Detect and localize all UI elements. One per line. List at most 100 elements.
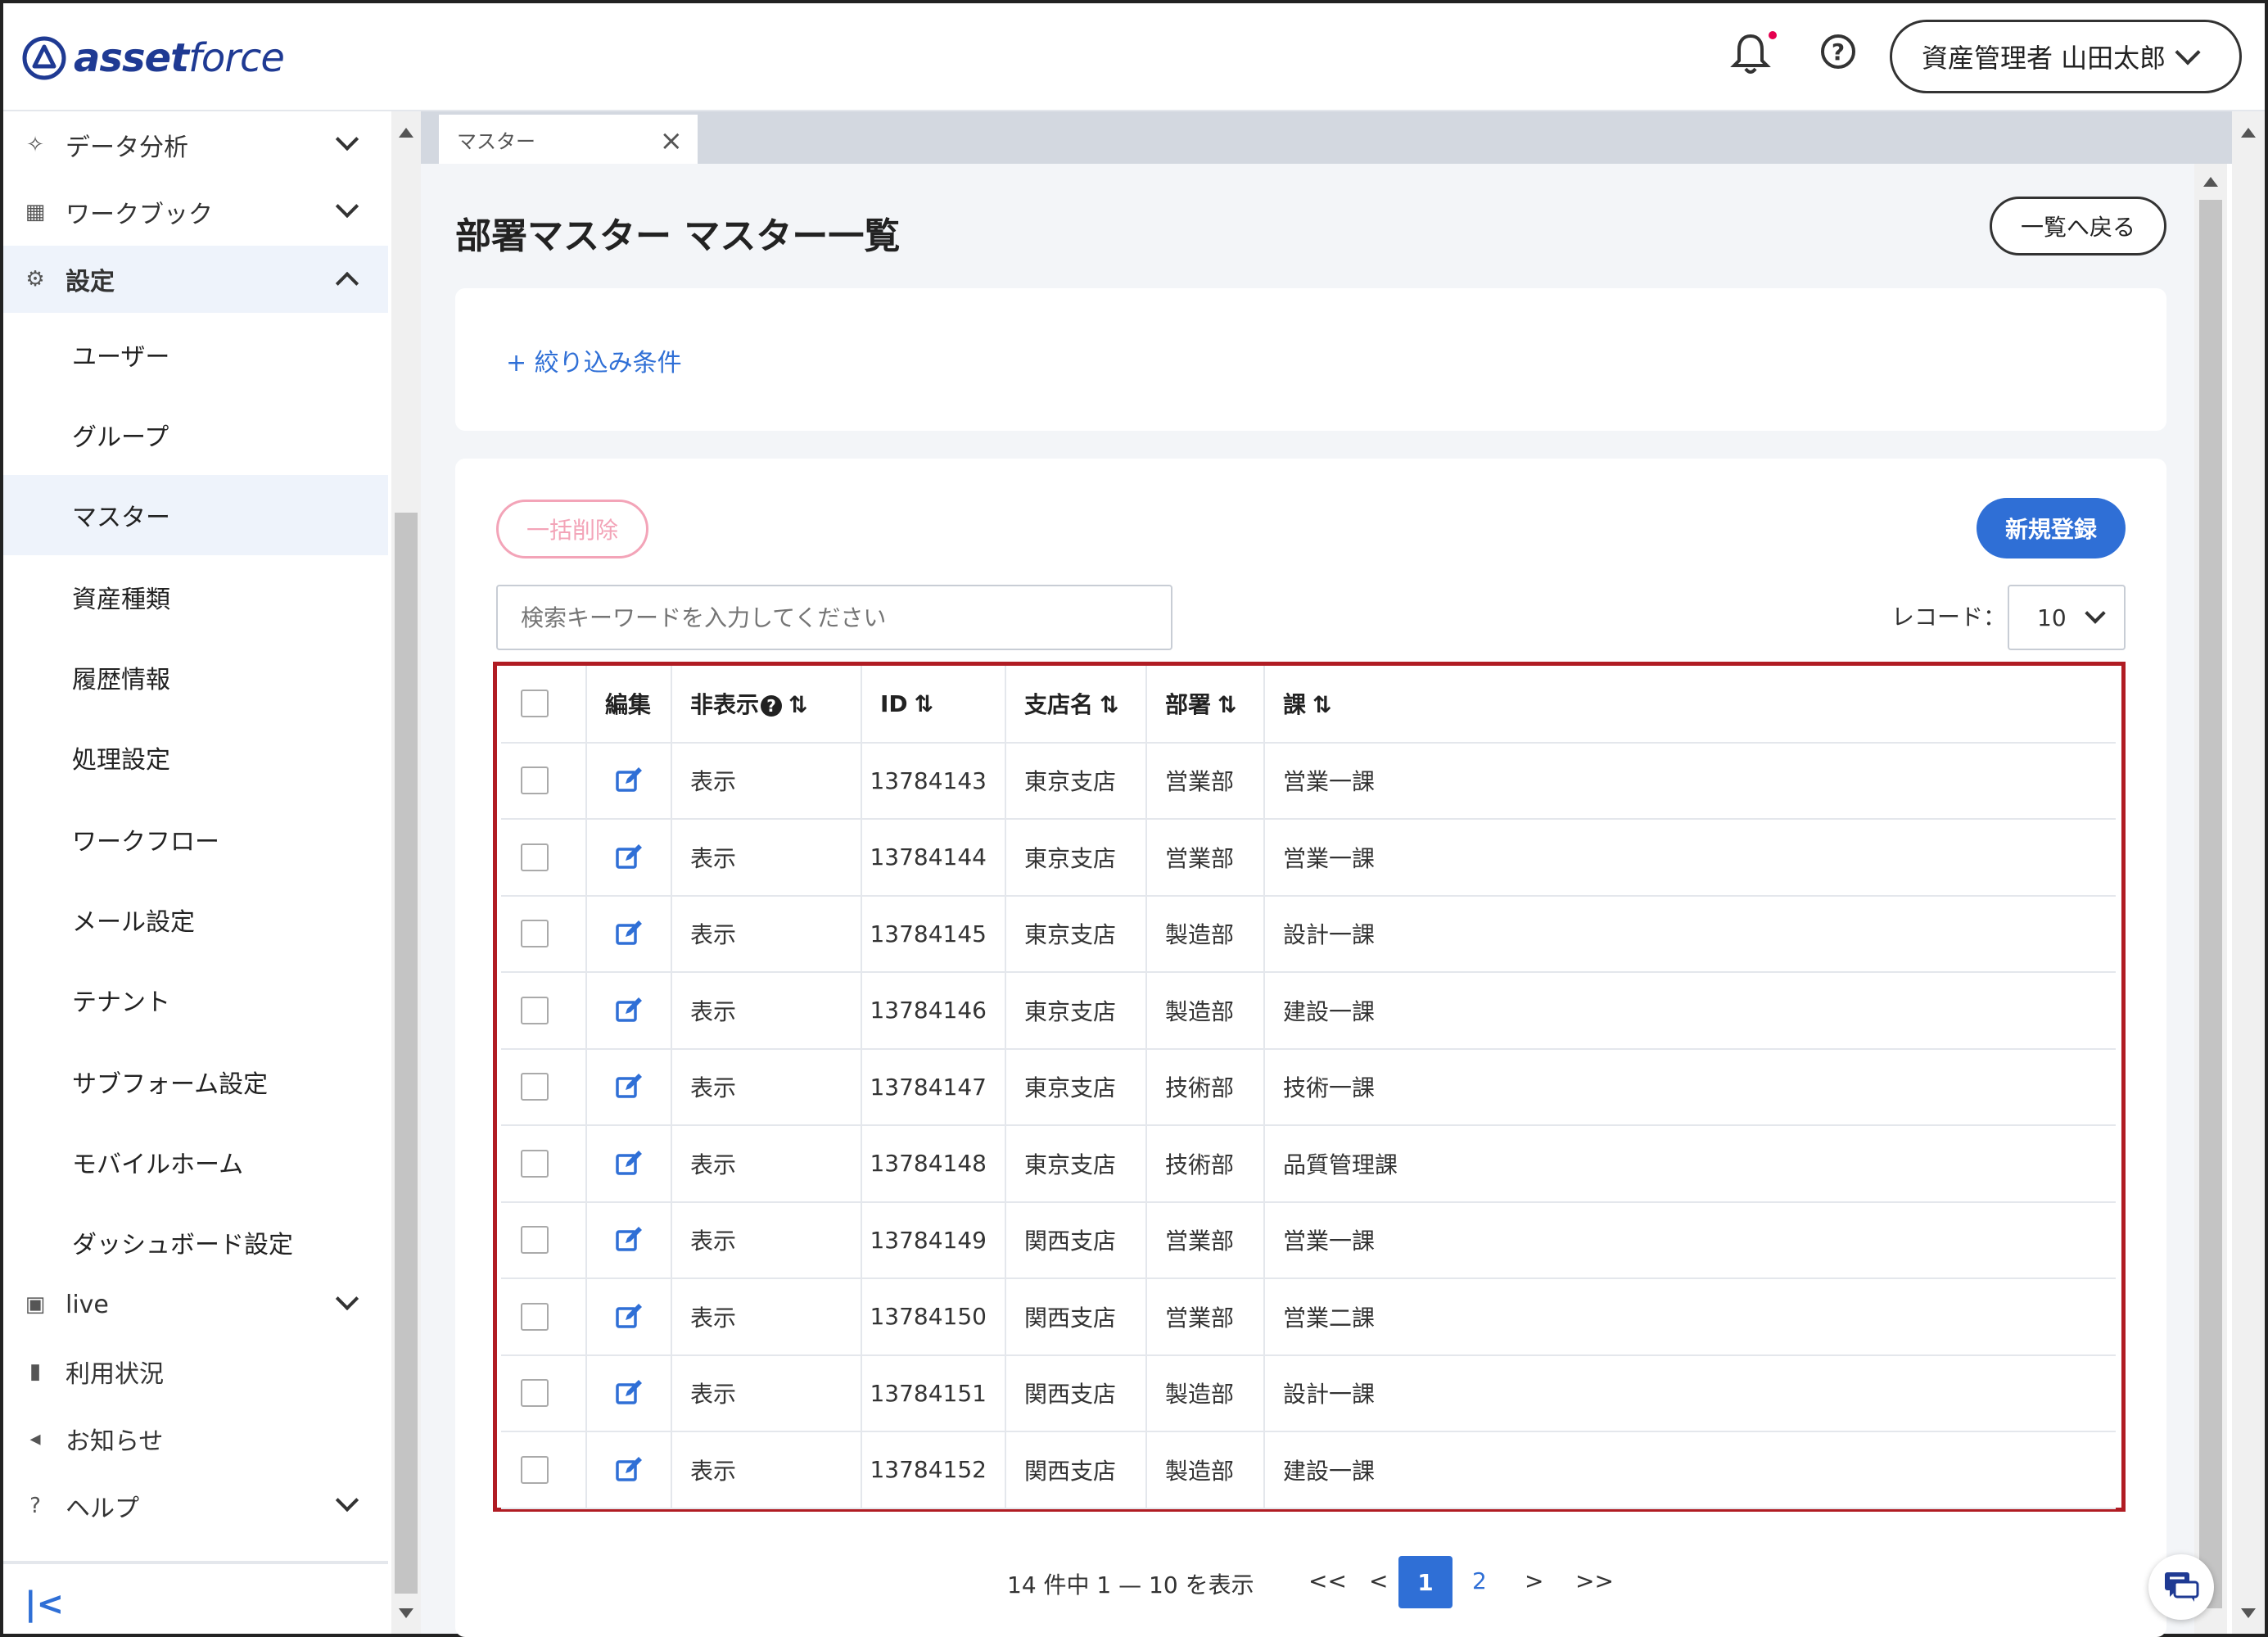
row-edit-cell[interactable] [585, 1278, 671, 1356]
content-scroll-thumb[interactable] [2199, 200, 2222, 1608]
question-icon[interactable]: ? [761, 695, 783, 717]
scroll-down-icon[interactable] [399, 1608, 413, 1618]
page-last-button[interactable]: >> [1575, 1567, 1614, 1594]
sidebar-item-workflow[interactable]: ワークフロー [3, 799, 388, 880]
row-checkbox[interactable] [521, 920, 549, 948]
edit-icon[interactable] [614, 1149, 644, 1178]
row-edit-cell[interactable] [585, 972, 671, 1050]
page-first-button[interactable]: << [1308, 1567, 1347, 1594]
row-edit-cell[interactable] [585, 1201, 671, 1279]
record-count-select[interactable]: 10 [2008, 585, 2126, 650]
row-edit-cell[interactable] [585, 819, 671, 897]
cell-section: 建設一課 [1263, 1431, 2116, 1509]
page-prev-button[interactable]: < [1369, 1567, 1388, 1594]
sidebar-section-workbook[interactable]: ▦ ワークブック [3, 179, 388, 246]
row-edit-cell[interactable] [585, 895, 671, 973]
scroll-up-icon[interactable] [2203, 177, 2218, 187]
edit-icon[interactable] [614, 1302, 644, 1332]
row-checkbox[interactable] [521, 1455, 549, 1484]
sidebar-section-label: お知らせ [66, 1427, 164, 1456]
content-scrollbar[interactable] [2194, 164, 2227, 1634]
sidebar-item-users[interactable]: ユーザー [3, 314, 388, 395]
row-edit-cell[interactable] [585, 1048, 671, 1126]
gear-icon: ⚙ [25, 267, 45, 292]
sort-icon[interactable]: ⇅ [915, 690, 933, 717]
col-section[interactable]: 課 ⇅ [1263, 666, 2116, 744]
select-all-checkbox[interactable] [521, 690, 549, 718]
sidebar-section-help[interactable]: ? ヘルプ [3, 1472, 388, 1540]
row-checkbox[interactable] [521, 1073, 549, 1101]
edit-icon[interactable] [614, 1072, 644, 1101]
sort-icon[interactable]: ⇅ [1218, 691, 1236, 718]
sidebar-item-history[interactable]: 履歴情報 [3, 637, 388, 717]
user-menu-button[interactable]: 資産管理者 山田太郎 [1890, 20, 2242, 93]
sidebar-section-settings[interactable]: ⚙ 設定 [3, 246, 388, 313]
row-select-cell [501, 1048, 586, 1126]
app-logo[interactable]: assetforce [21, 29, 285, 87]
scroll-up-icon[interactable] [2241, 128, 2256, 138]
select-all-cell [501, 666, 586, 744]
sidebar-scroll-thumb[interactable] [395, 513, 418, 1594]
new-register-button[interactable]: 新規登録 [1977, 498, 2126, 558]
sort-icon[interactable]: ⇅ [1100, 691, 1118, 718]
row-edit-cell[interactable] [585, 1354, 671, 1432]
edit-icon[interactable] [614, 1455, 644, 1485]
chat-button[interactable] [2148, 1554, 2214, 1620]
sort-icon[interactable]: ⇅ [1312, 691, 1331, 718]
row-edit-cell[interactable] [585, 742, 671, 820]
row-edit-cell[interactable] [585, 1125, 671, 1203]
row-checkbox[interactable] [521, 996, 549, 1024]
sidebar-section-live[interactable]: ▣ live [3, 1271, 388, 1338]
help-icon[interactable]: ? [1821, 34, 1855, 69]
row-checkbox[interactable] [521, 1302, 549, 1331]
edit-icon[interactable] [614, 1225, 644, 1255]
scroll-up-icon[interactable] [399, 128, 413, 138]
sort-icon[interactable]: ⇅ [788, 691, 807, 718]
cell-branch: 東京支店 [1005, 972, 1146, 1050]
back-to-list-button[interactable]: 一覧へ戻る [1990, 197, 2166, 255]
edit-icon[interactable] [614, 919, 644, 948]
close-icon[interactable]: × [660, 124, 684, 157]
filter-conditions-link[interactable]: + 絞り込み条件 [506, 342, 682, 378]
sidebar-scrollbar[interactable] [391, 111, 421, 1634]
page-1-button[interactable]: 1 [1398, 1556, 1453, 1608]
row-select-cell [501, 895, 586, 973]
row-checkbox[interactable] [521, 766, 549, 795]
sidebar-item-mobile-home[interactable]: モバイルホーム [3, 1122, 388, 1202]
tab-master[interactable]: マスター × [439, 115, 698, 164]
sidebar-item-master[interactable]: マスター [3, 475, 388, 555]
col-id[interactable]: ID ⇅ [861, 666, 1005, 744]
sidebar-item-tenant[interactable]: テナント [3, 960, 388, 1040]
sidebar-item-subform-settings[interactable]: サブフォーム設定 [3, 1042, 388, 1122]
col-hidden[interactable]: 非表示? ⇅ [671, 666, 861, 744]
page-next-button[interactable]: > [1525, 1567, 1543, 1594]
edit-icon[interactable] [614, 843, 644, 872]
row-edit-cell[interactable] [585, 1431, 671, 1509]
scroll-down-icon[interactable] [2241, 1608, 2256, 1618]
edit-icon[interactable] [614, 996, 644, 1025]
row-checkbox[interactable] [521, 1149, 549, 1178]
row-checkbox[interactable] [521, 843, 549, 871]
sidebar-section-news[interactable]: ◂ お知らせ [3, 1405, 388, 1472]
sidebar-section-usage[interactable]: ▮ 利用状況 [3, 1338, 388, 1405]
sidebar-item-mail-settings[interactable]: メール設定 [3, 880, 388, 960]
row-checkbox[interactable] [521, 1226, 549, 1255]
sidebar-item-asset-types[interactable]: 資産種類 [3, 557, 388, 637]
edit-icon[interactable] [614, 1378, 644, 1408]
page-2-button[interactable]: 2 [1472, 1567, 1487, 1594]
notification-dot [1769, 31, 1777, 39]
row-checkbox[interactable] [521, 1379, 549, 1408]
edit-icon[interactable] [614, 766, 644, 795]
sidebar-item-label: マスター [72, 504, 170, 532]
sidebar-item-process-settings[interactable]: 処理設定 [3, 717, 388, 798]
col-branch[interactable]: 支店名 ⇅ [1005, 666, 1146, 744]
sidebar-item-groups[interactable]: グループ [3, 395, 388, 475]
col-hidden-label: 非表示 [690, 691, 760, 719]
notification-bell-icon[interactable] [1729, 29, 1772, 79]
bulk-delete-button[interactable]: 一括削除 [496, 500, 648, 558]
sidebar-section-data-analysis[interactable]: ✧ データ分析 [3, 111, 388, 179]
search-input[interactable] [496, 585, 1172, 650]
col-dept[interactable]: 部署 ⇅ [1145, 666, 1264, 744]
collapse-sidebar-icon[interactable]: |< [25, 1585, 64, 1623]
window-scrollbar[interactable] [2232, 111, 2265, 1634]
